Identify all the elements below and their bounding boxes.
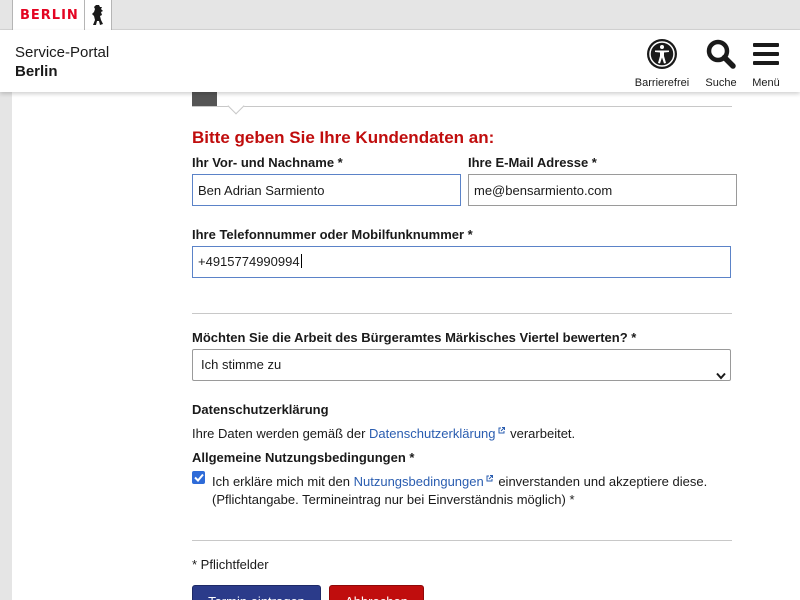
text-caret <box>300 254 302 268</box>
privacy-link[interactable]: Datenschutzerklärung <box>369 426 495 441</box>
step-indicator-notch <box>227 97 245 115</box>
cancel-button[interactable]: Abbrechen <box>329 585 424 600</box>
rating-label: Möchten Sie die Arbeit des Bürgeramtes M… <box>192 330 637 345</box>
portal-name-line2: Berlin <box>15 63 58 80</box>
rating-selected-value: Ich stimme zu <box>201 357 282 372</box>
site-header: Service-Portal Berlin Barrierefrei Suche <box>0 30 800 92</box>
search-button[interactable]: Suche <box>702 38 740 89</box>
berlin-bear-icon <box>85 4 111 26</box>
required-note: * Pflichtfelder <box>192 557 269 572</box>
section-title: Bitte geben Sie Ihre Kundendaten an: <box>192 128 495 147</box>
privacy-heading: Datenschutzerklärung <box>192 402 329 417</box>
divider <box>192 313 732 314</box>
external-link-icon <box>486 469 493 487</box>
terms-link[interactable]: Nutzungsbedingungen <box>354 474 484 489</box>
active-step-tab[interactable] <box>192 92 217 106</box>
menu-button[interactable]: Menü <box>750 38 782 89</box>
rating-select[interactable]: Ich stimme zu <box>192 349 731 381</box>
accessibility-icon <box>646 38 678 73</box>
email-input[interactable] <box>468 174 737 206</box>
berlin-logo[interactable]: BERLIN <box>12 0 112 31</box>
search-icon <box>705 38 737 73</box>
menu-label: Menü <box>752 77 780 89</box>
name-input[interactable] <box>192 174 461 206</box>
terms-heading: Allgemeine Nutzungsbedingungen * <box>192 450 415 465</box>
accessibility-button[interactable]: Barrierefrei <box>634 38 690 89</box>
divider <box>192 540 732 541</box>
checkmark-icon <box>193 473 204 482</box>
email-label: Ihre E-Mail Adresse * <box>468 155 597 170</box>
portal-name-line1: Service-Portal <box>15 44 110 61</box>
privacy-text-before: Ihre Daten werden gemäß der <box>192 426 370 441</box>
phone-value: +4915774990994 <box>198 254 300 269</box>
terms-text-before: Ich erkläre mich mit den <box>212 474 354 489</box>
phone-input[interactable]: +4915774990994 <box>192 246 731 278</box>
privacy-text-after: verarbeitet. <box>506 426 576 441</box>
terms-line2: (Pflichtangabe. Termineintrag nur bei Ei… <box>212 492 575 507</box>
external-link-icon <box>498 422 505 437</box>
berlin-logo-text: BERLIN <box>20 7 79 23</box>
hamburger-menu-icon <box>751 38 781 73</box>
chevron-down-icon <box>716 361 726 391</box>
terms-text-after: einverstanden und akzeptiere diese. <box>494 474 708 489</box>
left-sidebar <box>0 92 12 600</box>
step-tabs <box>192 92 732 115</box>
name-label: Ihr Vor- und Nachname * <box>192 155 343 170</box>
terms-text: Ich erkläre mich mit den Nutzungsbedingu… <box>212 469 707 509</box>
submit-appointment-button[interactable]: Termin eintragen <box>192 585 321 600</box>
top-bar: BERLIN <box>0 0 800 31</box>
search-label: Suche <box>705 77 737 89</box>
portal-name[interactable]: Service-Portal Berlin <box>15 43 109 81</box>
terms-checkbox[interactable] <box>192 471 205 484</box>
phone-label: Ihre Telefonnummer oder Mobilfunknummer … <box>192 227 473 242</box>
accessibility-label: Barrierefrei <box>634 77 690 89</box>
privacy-text: Ihre Daten werden gemäß der Datenschutze… <box>192 422 575 441</box>
